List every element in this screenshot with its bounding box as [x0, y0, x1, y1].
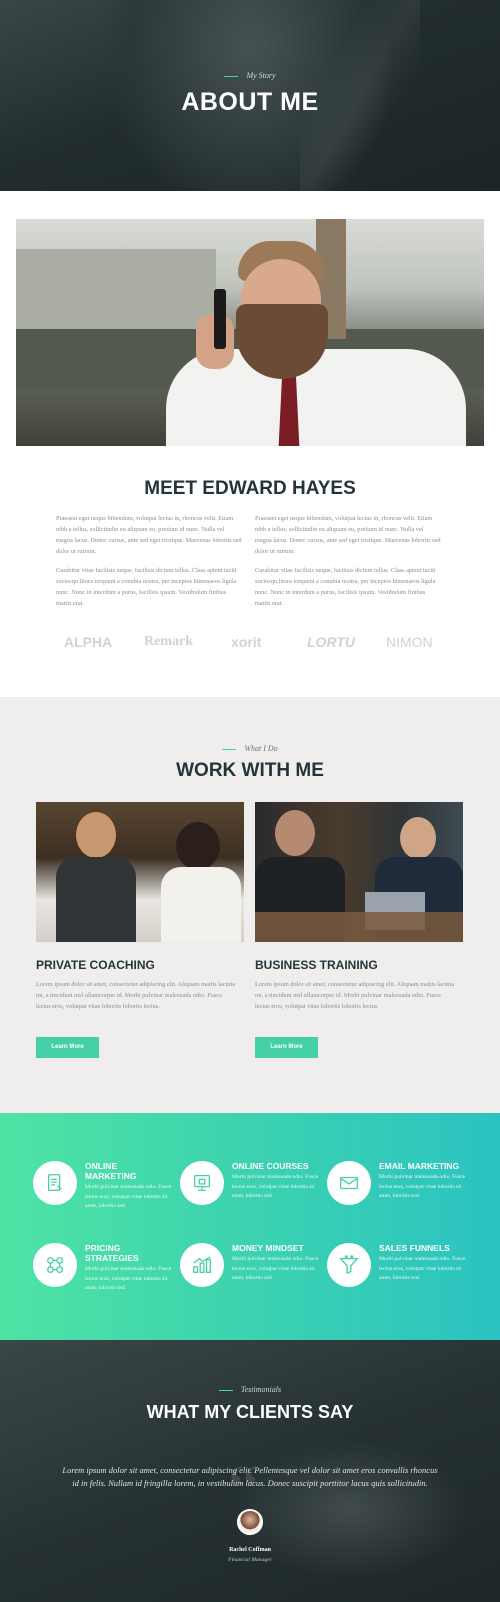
hero-eyebrow: My Story — [0, 71, 500, 80]
work-title: WORK WITH ME — [176, 760, 324, 781]
money-icon — [180, 1243, 224, 1287]
card-title: BUSINESS TRAINING — [255, 958, 378, 972]
accent-dash — [224, 75, 239, 77]
services-section: ONLINE MARKETING Morbi pulvinar malesuad… — [0, 1113, 500, 1340]
work-section: What I Do WORK WITH ME PRIVATE COACHING … — [0, 697, 500, 1113]
service-text: Morbi pulvinar malesuada odio. Fusce lec… — [85, 1266, 172, 1292]
learn-more-button[interactable]: Learn More — [36, 1037, 99, 1058]
service-text: Morbi pulvinar malesuada odio. Fusce lec… — [232, 1256, 319, 1282]
service-text: Morbi pulvinar malesuada odio. Fusce lec… — [85, 1184, 172, 1210]
photo-table — [255, 912, 463, 942]
testimonial-role: Financial Manager — [228, 1557, 272, 1563]
photo-building — [16, 249, 216, 329]
card-text: Lorem ipsum dolor sit amet, consectetur … — [255, 981, 455, 1010]
accent-dash — [222, 748, 237, 750]
page-title: ABOUT ME — [181, 88, 319, 116]
testimonial-author: Rachel Coffman — [229, 1547, 271, 1553]
photo-shirt — [161, 867, 241, 942]
hero-section: My Story ABOUT ME — [0, 0, 500, 191]
photo-person — [275, 810, 315, 856]
card-title: PRIVATE COACHING — [36, 958, 155, 972]
marketing-icon — [33, 1161, 77, 1205]
client-logos: ALPHA Remark xorit LORTU NIMON — [40, 634, 460, 654]
avatar — [237, 1509, 263, 1535]
service-text: Morbi pulvinar malesuada odio. Fusce lec… — [379, 1256, 466, 1282]
photo-suit — [56, 857, 136, 942]
photo-person — [400, 817, 436, 859]
courses-icon — [180, 1161, 224, 1205]
bio-paragraph: Curabitur vitae facilisis neque, facilis… — [56, 567, 237, 607]
photo-phone — [214, 289, 226, 349]
testimonials-eyebrow-text: Testimonials — [240, 1385, 282, 1394]
card-text: Lorem ipsum dolor sit amet, consectetur … — [36, 981, 236, 1010]
logo-nimon: NIMON — [386, 634, 433, 650]
logo-alpha: ALPHA — [64, 634, 113, 650]
logo-xorit: xorit — [231, 634, 262, 650]
learn-more-button[interactable]: Learn More — [255, 1037, 318, 1058]
pricing-icon — [33, 1243, 77, 1287]
bio-paragraph: Praesent eget neque bibendum, volutpat l… — [56, 515, 242, 555]
service-title: EMAIL MARKETING — [379, 1161, 460, 1171]
meet-title: MEET EDWARD HAYES — [144, 478, 356, 499]
testimonials-eyebrow: Testimonials — [0, 1385, 500, 1394]
profile-photo — [16, 219, 484, 446]
bio-column-right: Praesent eget neque bibendum, volutpat l… — [255, 513, 441, 617]
bio-paragraph: Curabitur vitae facilisis neque, facilis… — [255, 567, 436, 607]
logo-remark: Remark — [144, 634, 193, 649]
funnel-icon — [327, 1243, 371, 1287]
bio-column-left: Praesent eget neque bibendum, volutpat l… — [56, 513, 242, 617]
work-eyebrow: What I Do — [0, 744, 500, 753]
email-icon — [327, 1161, 371, 1205]
service-title: ONLINE MARKETING — [85, 1161, 137, 1181]
work-eyebrow-text: What I Do — [244, 744, 278, 753]
service-text: Morbi pulvinar malesuada odio. Fusce lec… — [232, 1174, 319, 1200]
coaching-image — [36, 802, 244, 942]
accent-dash — [218, 1389, 233, 1391]
testimonials-title: WHAT MY CLIENTS SAY — [146, 1402, 354, 1422]
service-title: ONLINE COURSES — [232, 1161, 309, 1171]
training-image — [255, 802, 463, 942]
bio-paragraph: Praesent eget neque bibendum, volutpat l… — [255, 515, 441, 555]
logo-lortu: LORTU — [307, 634, 355, 650]
testimonials-section: Testimonials WHAT MY CLIENTS SAY “ Lorem… — [0, 1340, 500, 1602]
testimonial-quote: Lorem ipsum dolor sit amet, consectetur … — [62, 1465, 438, 1488]
photo-person — [76, 812, 116, 858]
service-title: SALES FUNNELS — [379, 1243, 450, 1253]
service-text: Morbi pulvinar malesuada odio. Fusce lec… — [379, 1174, 466, 1200]
photo-person — [176, 822, 220, 870]
service-title: MONEY MINDSET — [232, 1243, 304, 1253]
hero-eyebrow-text: My Story — [246, 71, 276, 80]
service-title: PRICING STRATEGIES — [85, 1243, 139, 1263]
